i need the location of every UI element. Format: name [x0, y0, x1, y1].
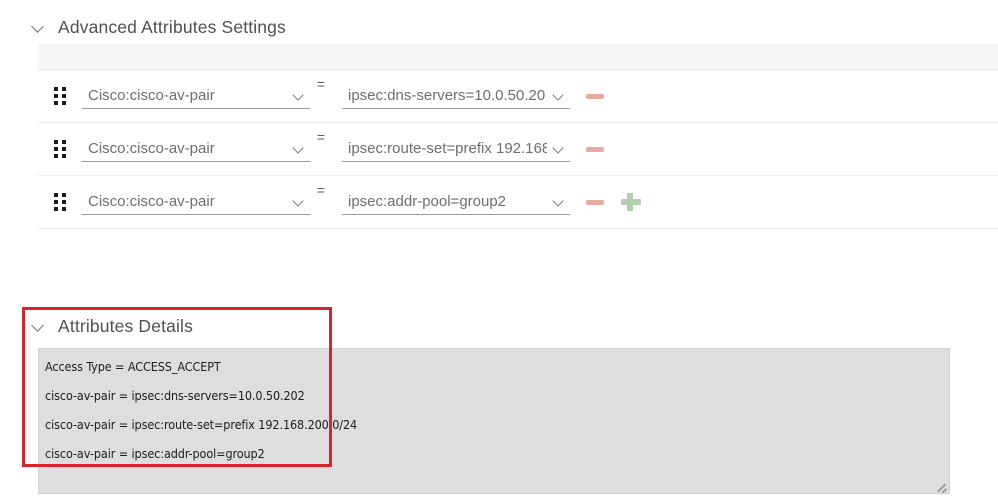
- table-row: Cisco:cisco-av-pair = ipsec:dns-servers=…: [38, 70, 998, 123]
- drag-handle-icon[interactable]: [54, 193, 68, 211]
- chevron-down-icon[interactable]: [293, 143, 306, 156]
- attributes-details-textarea[interactable]: Access Type = ACCESS_ACCEPT cisco-av-pai…: [38, 348, 950, 494]
- attribute-name-value: Cisco:cisco-av-pair: [88, 193, 215, 210]
- equals-label: =: [316, 182, 326, 198]
- remove-attribute-button[interactable]: [584, 138, 606, 160]
- details-line: cisco-av-pair = ipsec:addr-pool=group2: [45, 446, 265, 461]
- drag-handle-icon[interactable]: [54, 87, 68, 105]
- chevron-down-icon[interactable]: [293, 196, 306, 209]
- attribute-name-dropdown[interactable]: Cisco:cisco-av-pair: [82, 83, 310, 109]
- resize-grip-icon[interactable]: [935, 479, 947, 491]
- chevron-down-icon[interactable]: [293, 90, 306, 103]
- attribute-value-text: ipsec:dns-servers=10.0.50.20: [348, 87, 546, 104]
- attribute-value-dropdown[interactable]: ipsec:route-set=prefix 192.168: [342, 136, 570, 162]
- details-line: cisco-av-pair = ipsec:dns-servers=10.0.5…: [45, 388, 305, 403]
- add-attribute-button[interactable]: [620, 191, 642, 213]
- attribute-value-dropdown[interactable]: ipsec:dns-servers=10.0.50.20: [342, 83, 570, 109]
- drag-handle-icon[interactable]: [54, 140, 68, 158]
- table-row: Cisco:cisco-av-pair = ipsec:addr-pool=gr…: [38, 176, 998, 229]
- advanced-attributes-settings-panel: Advanced Attributes Settings Cisco:cisco…: [0, 10, 998, 229]
- attribute-name-dropdown[interactable]: Cisco:cisco-av-pair: [82, 136, 310, 162]
- attributes-table-header-strip: [38, 44, 998, 70]
- details-line: Access Type = ACCESS_ACCEPT: [45, 359, 221, 374]
- attributes-details-panel: Attributes Details Access Type = ACCESS_…: [0, 310, 998, 494]
- attribute-name-value: Cisco:cisco-av-pair: [88, 87, 215, 104]
- chevron-down-icon[interactable]: [553, 196, 566, 209]
- equals-label: =: [316, 76, 326, 92]
- chevron-down-icon[interactable]: [553, 90, 566, 103]
- table-row: Cisco:cisco-av-pair = ipsec:route-set=pr…: [38, 123, 998, 176]
- details-line: cisco-av-pair = ipsec:route-set=prefix 1…: [45, 417, 358, 432]
- attributes-details-section-header[interactable]: Attributes Details: [0, 310, 998, 342]
- attribute-value-dropdown[interactable]: ipsec:addr-pool=group2: [342, 189, 570, 215]
- attributes-table: Cisco:cisco-av-pair = ipsec:dns-servers=…: [38, 44, 998, 229]
- attribute-value-text: ipsec:addr-pool=group2: [348, 193, 507, 210]
- equals-label: =: [316, 129, 326, 145]
- chevron-down-icon[interactable]: [32, 20, 46, 34]
- chevron-down-icon[interactable]: [32, 319, 46, 333]
- remove-attribute-button[interactable]: [584, 85, 606, 107]
- attribute-name-value: Cisco:cisco-av-pair: [88, 140, 215, 157]
- attribute-name-dropdown[interactable]: Cisco:cisco-av-pair: [82, 189, 310, 215]
- chevron-down-icon[interactable]: [553, 143, 566, 156]
- attribute-value-text: ipsec:route-set=prefix 192.168: [348, 140, 547, 157]
- page-title: Advanced Attributes Settings: [58, 16, 286, 37]
- remove-attribute-button[interactable]: [584, 191, 606, 213]
- advanced-attributes-section-header[interactable]: Advanced Attributes Settings: [0, 10, 998, 44]
- attributes-details-title: Attributes Details: [58, 315, 193, 336]
